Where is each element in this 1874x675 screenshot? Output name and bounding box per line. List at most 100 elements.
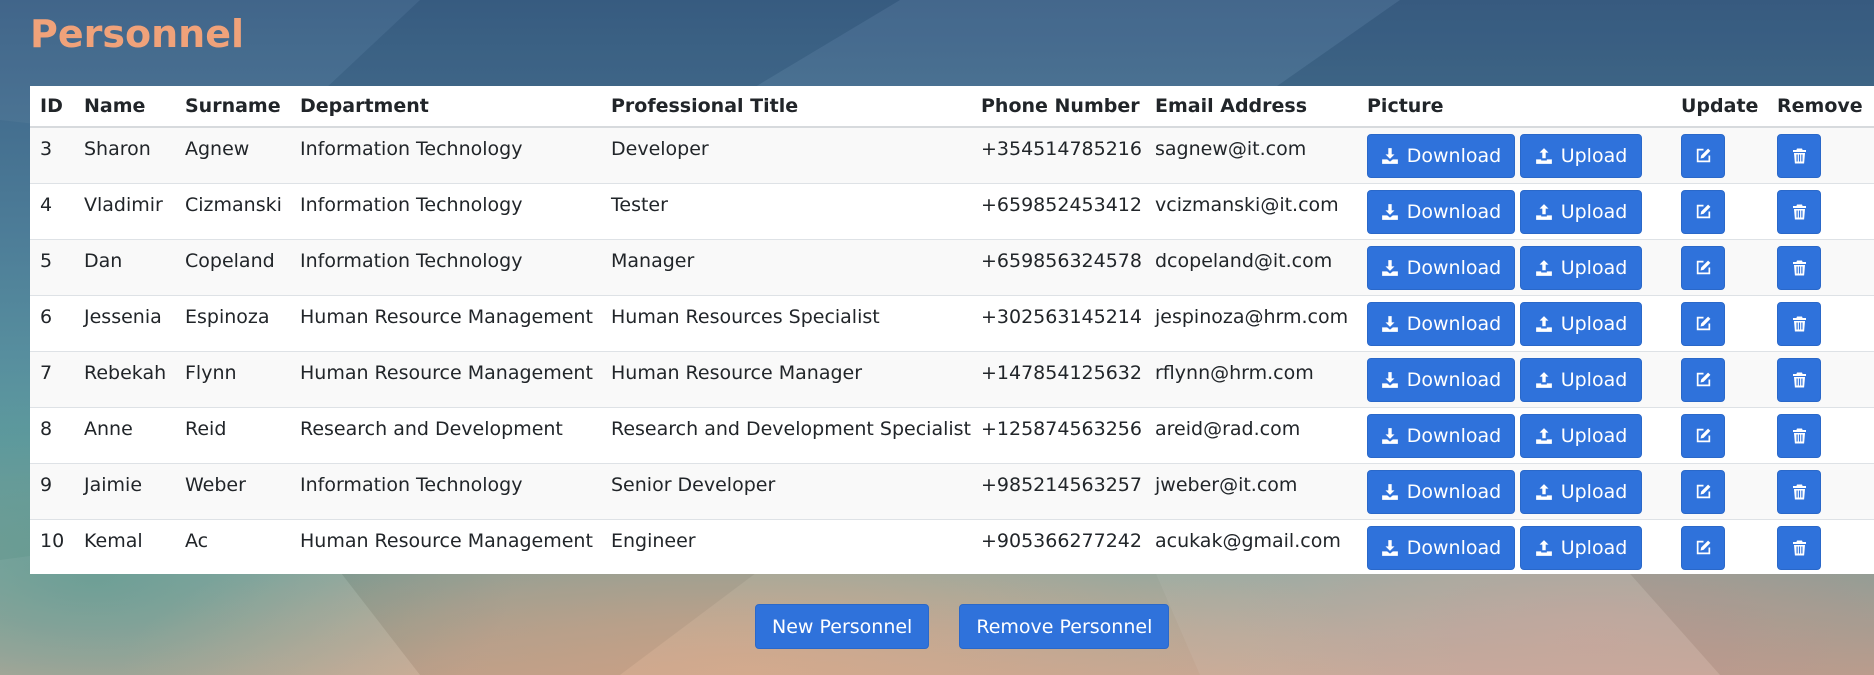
- phone-cell-text: +354514785216: [981, 137, 1142, 160]
- remove-button[interactable]: [1777, 469, 1821, 514]
- email-cell-text: jespinoza@hrm.com: [1155, 305, 1349, 328]
- download-label: Download: [1406, 144, 1502, 167]
- phone-cell-text: +659856324578: [981, 249, 1142, 272]
- upload-button[interactable]: Upload: [1520, 245, 1642, 290]
- title-cell: Senior Developer: [601, 463, 971, 520]
- update-button[interactable]: [1681, 133, 1725, 178]
- upload-button[interactable]: Upload: [1520, 469, 1642, 514]
- id-cell-text: 6: [40, 305, 53, 328]
- download-icon: [1381, 371, 1399, 389]
- table-header-row: ID Name Surname Department Professional Titl…: [30, 86, 1874, 128]
- upload-icon: [1535, 539, 1553, 557]
- email-cell: vcizmanski@it.com: [1145, 183, 1357, 240]
- trash-icon: [1792, 484, 1807, 500]
- upload-icon: [1535, 259, 1553, 277]
- name-cell: Kemal: [74, 519, 175, 574]
- update-cell: [1671, 351, 1767, 408]
- remove-button[interactable]: [1777, 133, 1821, 178]
- personnel-table: ID Name Surname Department Professional Titl…: [30, 86, 1874, 574]
- surname-cell-text: Espinoza: [185, 305, 270, 328]
- upload-icon: [1535, 147, 1553, 165]
- remove-button[interactable]: [1777, 413, 1821, 458]
- update-cell: [1671, 239, 1767, 296]
- upload-button[interactable]: Upload: [1520, 301, 1642, 346]
- upload-button[interactable]: Upload: [1520, 413, 1642, 458]
- title-cell: Human Resources Specialist: [601, 295, 971, 352]
- footer-actions: New Personnel Remove Personnel: [755, 604, 1170, 649]
- remove-button[interactable]: [1777, 525, 1821, 570]
- surname-cell-text: Ac: [185, 529, 209, 552]
- table-row: 8 Anne Reid Research and Development Researc…: [30, 407, 1874, 464]
- phone-cell: +302563145214: [971, 295, 1145, 352]
- upload-button[interactable]: Upload: [1520, 357, 1642, 402]
- upload-icon: [1535, 427, 1553, 445]
- download-button[interactable]: Download: [1367, 357, 1515, 402]
- surname-cell: Espinoza: [175, 295, 290, 352]
- update-button[interactable]: [1681, 301, 1725, 346]
- edit-icon: [1695, 539, 1712, 556]
- department-cell-text: Human Resource Management: [300, 361, 593, 384]
- picture-cell: Download Upload: [1357, 239, 1671, 296]
- upload-button[interactable]: Upload: [1520, 133, 1642, 178]
- surname-cell: Cizmanski: [175, 183, 290, 240]
- table-row: 10 Kemal Ac Human Resource Management Engine…: [30, 519, 1874, 574]
- remove-button[interactable]: [1777, 189, 1821, 234]
- download-icon: [1381, 203, 1399, 221]
- update-button[interactable]: [1681, 245, 1725, 290]
- download-label: Download: [1406, 536, 1502, 559]
- download-button[interactable]: Download: [1367, 189, 1515, 234]
- email-cell: acukak@gmail.com: [1145, 519, 1357, 574]
- update-button[interactable]: [1681, 469, 1725, 514]
- update-button[interactable]: [1681, 525, 1725, 570]
- table-row: 5 Dan Copeland Information Technology Manage…: [30, 239, 1874, 296]
- name-cell-text: Jaimie: [84, 473, 143, 496]
- column-header-update: Update: [1671, 86, 1767, 128]
- download-button[interactable]: Download: [1367, 469, 1515, 514]
- new-personnel-button[interactable]: New Personnel: [755, 604, 930, 649]
- phone-cell: +985214563257: [971, 463, 1145, 520]
- department-cell-text: Information Technology: [300, 473, 523, 496]
- download-icon: [1381, 315, 1399, 333]
- id-cell: 4: [30, 183, 74, 240]
- column-header-remove: Remove: [1767, 86, 1874, 128]
- download-button[interactable]: Download: [1367, 133, 1515, 178]
- download-icon: [1381, 427, 1399, 445]
- download-label: Download: [1406, 256, 1502, 279]
- upload-button[interactable]: Upload: [1520, 525, 1642, 570]
- download-button[interactable]: Download: [1367, 525, 1515, 570]
- department-cell: Research and Development: [290, 407, 601, 464]
- table-row: 9 Jaimie Weber Information Technology Senior…: [30, 463, 1874, 520]
- download-button[interactable]: Download: [1367, 301, 1515, 346]
- department-cell: Human Resource Management: [290, 519, 601, 574]
- department-cell-text: Information Technology: [300, 249, 523, 272]
- update-button[interactable]: [1681, 357, 1725, 402]
- phone-cell-text: +125874563256: [981, 417, 1142, 440]
- upload-label: Upload: [1560, 200, 1628, 223]
- remove-button[interactable]: [1777, 245, 1821, 290]
- id-cell-text: 10: [40, 529, 65, 552]
- department-cell-text: Research and Development: [300, 417, 563, 440]
- trash-icon: [1792, 204, 1807, 220]
- upload-label: Upload: [1560, 312, 1628, 335]
- upload-button[interactable]: Upload: [1520, 189, 1642, 234]
- name-cell-text: Kemal: [84, 529, 143, 552]
- upload-icon: [1535, 203, 1553, 221]
- remove-personnel-button[interactable]: Remove Personnel: [959, 604, 1170, 649]
- download-button[interactable]: Download: [1367, 245, 1515, 290]
- edit-icon: [1695, 147, 1712, 164]
- remove-button[interactable]: [1777, 357, 1821, 402]
- update-button[interactable]: [1681, 189, 1725, 234]
- title-cell-text: Manager: [611, 249, 695, 272]
- title-cell-text: Developer: [611, 137, 709, 160]
- remove-button[interactable]: [1777, 301, 1821, 346]
- edit-icon: [1695, 371, 1712, 388]
- name-cell-text: Vladimir: [84, 193, 163, 216]
- download-button[interactable]: Download: [1367, 413, 1515, 458]
- email-cell-text: sagnew@it.com: [1155, 137, 1307, 160]
- department-cell: Human Resource Management: [290, 351, 601, 408]
- upload-label: Upload: [1560, 424, 1628, 447]
- department-cell-text: Information Technology: [300, 193, 523, 216]
- name-cell-text: Rebekah: [84, 361, 167, 384]
- update-button[interactable]: [1681, 413, 1725, 458]
- upload-icon: [1535, 483, 1553, 501]
